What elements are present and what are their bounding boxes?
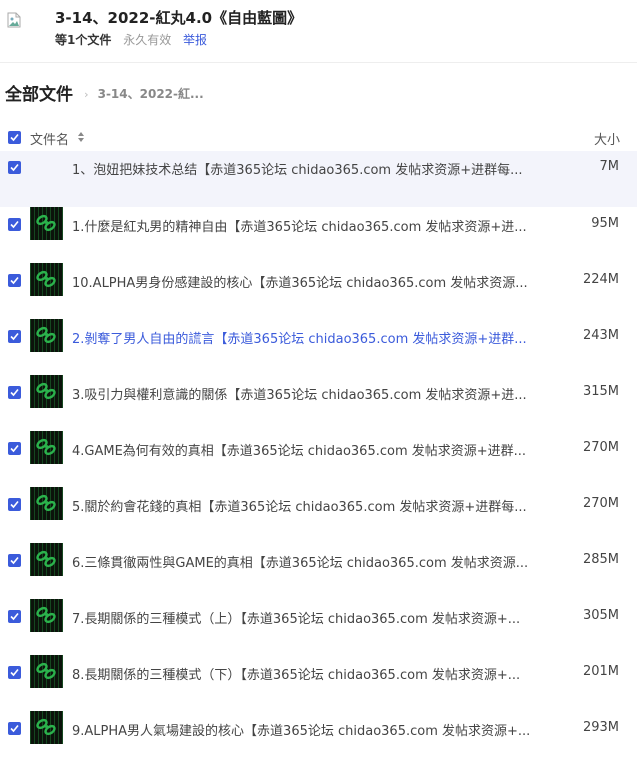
breadcrumb-all-files[interactable]: 全部文件 <box>5 85 73 105</box>
file-size: 293M <box>582 720 619 735</box>
video-thumbnail <box>30 711 63 744</box>
file-row[interactable]: 7.長期關係的三種模式（上）【赤道365论坛 chidao365.com 发帖求… <box>0 599 637 656</box>
file-name[interactable]: 10.ALPHA男身份感建設的核心【赤道365论坛 chidao365.com … <box>72 272 542 291</box>
video-thumbnail <box>30 319 63 352</box>
file-checkbox[interactable] <box>8 218 21 231</box>
video-thumbnail <box>30 655 63 688</box>
breadcrumb-current-folder[interactable]: 3-14、2022-紅... <box>98 87 204 101</box>
file-row[interactable]: 3.吸引力與權利意識的關係【赤道365论坛 chidao365.com 发帖求资… <box>0 375 637 432</box>
file-size: 243M <box>582 328 619 343</box>
select-all-checkbox[interactable] <box>8 131 21 144</box>
file-checkbox[interactable] <box>8 498 21 511</box>
video-thumbnail <box>30 543 63 576</box>
file-checkbox[interactable] <box>8 610 21 623</box>
share-title: 3-14、2022-紅丸4.0《自由藍圖》 <box>55 9 303 27</box>
file-size: 224M <box>582 272 619 287</box>
file-checkbox[interactable] <box>8 161 21 174</box>
file-row[interactable]: 2.剝奪了男人自由的謊言【赤道365论坛 chidao365.com 发帖求资源… <box>0 319 637 376</box>
file-checkbox[interactable] <box>8 554 21 567</box>
video-thumbnail <box>30 599 63 632</box>
column-header-name[interactable]: 文件名 <box>30 129 69 148</box>
file-size: 285M <box>582 552 619 567</box>
file-size: 315M <box>582 384 619 399</box>
video-thumbnail <box>30 431 63 464</box>
breadcrumb: 全部文件 › 3-14、2022-紅... <box>5 80 204 105</box>
file-row[interactable]: 1.什麼是紅丸男的精神自由【赤道365论坛 chidao365.com 发帖求资… <box>0 207 637 264</box>
report-link[interactable]: 举报 <box>183 33 207 47</box>
share-header: 3-14、2022-紅丸4.0《自由藍圖》 等1个文件 永久有效 举报 <box>0 0 637 63</box>
file-name[interactable]: 1.什麼是紅丸男的精神自由【赤道365论坛 chidao365.com 发帖求资… <box>72 216 542 235</box>
file-size: 270M <box>582 440 619 455</box>
file-row[interactable]: 6.三條貫徹兩性與GAME的真相【赤道365论坛 chidao365.com 发… <box>0 543 637 600</box>
file-size: 305M <box>582 608 619 623</box>
video-thumbnail <box>30 263 63 296</box>
share-meta: 等1个文件 永久有效 举报 <box>55 31 207 48</box>
file-size: 7M <box>599 159 620 174</box>
file-checkbox[interactable] <box>8 722 21 735</box>
file-size: 270M <box>582 496 619 511</box>
column-header-size[interactable]: 大小 <box>594 129 620 148</box>
file-name[interactable]: 3.吸引力與權利意識的關係【赤道365论坛 chidao365.com 发帖求资… <box>72 384 542 403</box>
file-row[interactable]: 5.關於約會花錢的真相【赤道365论坛 chidao365.com 发帖求资源+… <box>0 487 637 544</box>
file-name[interactable]: 4.GAME為何有效的真相【赤道365论坛 chidao365.com 发帖求资… <box>72 440 542 459</box>
video-thumbnail <box>30 487 63 520</box>
file-name[interactable]: 9.ALPHA男人氣場建設的核心【赤道365论坛 chidao365.com 发… <box>72 720 542 739</box>
file-checkbox[interactable] <box>8 274 21 287</box>
file-list-header: 文件名 大小 <box>0 124 637 150</box>
file-row[interactable]: 1、泡妞把妹技术总结【赤道365论坛 chidao365.com 发帖求资源+进… <box>0 151 637 207</box>
breadcrumb-separator-icon: › <box>84 88 89 101</box>
file-name[interactable]: 7.長期關係的三種模式（上）【赤道365论坛 chidao365.com 发帖求… <box>72 608 542 627</box>
file-name[interactable]: 5.關於約會花錢的真相【赤道365论坛 chidao365.com 发帖求资源+… <box>72 496 542 515</box>
file-checkbox[interactable] <box>8 386 21 399</box>
file-name[interactable]: 2.剝奪了男人自由的謊言【赤道365论坛 chidao365.com 发帖求资源… <box>72 328 542 347</box>
file-row[interactable]: 4.GAME為何有效的真相【赤道365论坛 chidao365.com 发帖求资… <box>0 431 637 488</box>
file-row[interactable]: 9.ALPHA男人氣場建設的核心【赤道365论坛 chidao365.com 发… <box>0 711 637 768</box>
sort-icon[interactable] <box>77 131 85 143</box>
file-name[interactable]: 1、泡妞把妹技术总结【赤道365论坛 chidao365.com 发帖求资源+进… <box>72 159 542 178</box>
video-thumbnail <box>30 207 63 240</box>
file-row[interactable]: 10.ALPHA男身份感建設的核心【赤道365论坛 chidao365.com … <box>0 263 637 320</box>
file-checkbox[interactable] <box>8 442 21 455</box>
file-checkbox[interactable] <box>8 666 21 679</box>
validity-text: 永久有效 <box>123 33 172 47</box>
file-size: 95M <box>591 216 619 231</box>
file-name[interactable]: 6.三條貫徹兩性與GAME的真相【赤道365论坛 chidao365.com 发… <box>72 552 542 571</box>
file-count: 等1个文件 <box>55 33 112 47</box>
broken-image-icon <box>7 12 21 28</box>
file-size: 201M <box>582 664 619 679</box>
video-thumbnail <box>30 375 63 408</box>
file-row[interactable]: 8.長期關係的三種模式（下）【赤道365论坛 chidao365.com 发帖求… <box>0 655 637 712</box>
file-name[interactable]: 8.長期關係的三種模式（下）【赤道365论坛 chidao365.com 发帖求… <box>72 664 542 683</box>
file-checkbox[interactable] <box>8 330 21 343</box>
